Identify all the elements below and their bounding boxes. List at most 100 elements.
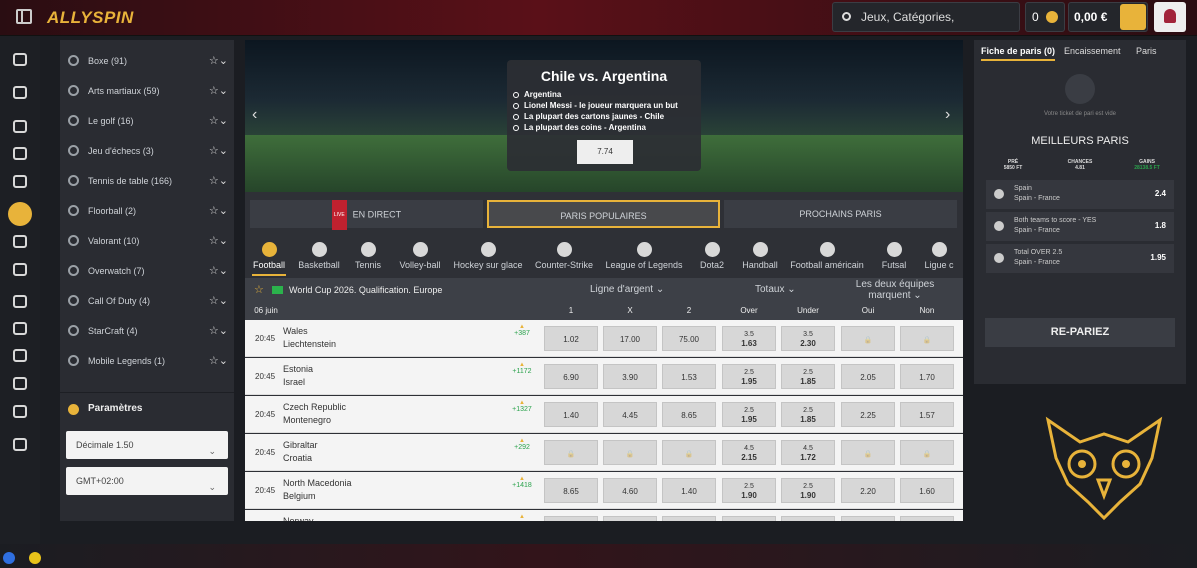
more-markets-count[interactable]: +387 (510, 324, 534, 337)
table-row[interactable]: Norway (245, 510, 963, 521)
sport-tab-handball[interactable]: Handball (742, 238, 778, 276)
table-row[interactable]: 20:45 Czech RepublicMontenegro +1327 1.404.… (245, 396, 963, 433)
odds-button[interactable]: 3.90 (603, 364, 657, 389)
brand-logo[interactable]: ALLYSPIN (47, 8, 134, 28)
clover-icon[interactable] (13, 175, 27, 188)
sidebar-sport-item[interactable]: Mobile Legends (1) ☆⌄ (60, 346, 234, 376)
odds-format-select[interactable]: Décimale 1.50 ⌄ (66, 431, 228, 459)
odds-button[interactable]: 2.5 1.90 (722, 478, 776, 503)
tv-icon[interactable] (13, 263, 27, 276)
match-teams[interactable]: Norway (283, 515, 314, 521)
odds-button[interactable]: 1.53 (662, 364, 716, 389)
sport-tab-tennis[interactable]: Tennis (355, 238, 381, 276)
odds-button[interactable]: 4.45 (603, 402, 657, 427)
cart-icon[interactable] (13, 405, 27, 418)
odds-button[interactable]: 2.25 (841, 402, 895, 427)
market-select-moneyline[interactable]: Ligne d'argent ⌄ (590, 278, 664, 302)
sidebar-sport-item[interactable]: Le golf (16) ☆⌄ (60, 106, 234, 136)
sport-tab-football[interactable]: Football (252, 238, 286, 276)
sport-tab-volleyball[interactable]: Volley-ball (399, 238, 441, 276)
odds-button[interactable]: 75.00 (662, 326, 716, 351)
sport-tab-dota2[interactable]: Dota2 (699, 238, 725, 276)
match-teams[interactable]: Estonia Israel (283, 363, 313, 389)
favorite-star-icon[interactable]: ☆⌄ (209, 346, 228, 376)
tab-live[interactable]: LIVE EN DIRECT (250, 200, 483, 230)
odds-button[interactable]: 8.65 (544, 478, 598, 503)
odds-button[interactable]: 1.40 (544, 402, 598, 427)
coins-balance[interactable]: 0 (1025, 2, 1065, 32)
medal-icon[interactable] (13, 322, 27, 335)
featured-odds-button[interactable]: 7.74 (577, 140, 633, 164)
sidebar-sport-item[interactable]: Arts martiaux (59) ☆⌄ (60, 76, 234, 106)
odds-button[interactable]: 1.57 (900, 402, 954, 427)
live-icon[interactable] (13, 235, 27, 248)
sport-tab-league-of-legends[interactable]: League of Legends (605, 238, 683, 276)
odds-button[interactable]: 3.5 2.30 (781, 326, 835, 351)
trophy-icon[interactable] (13, 349, 27, 362)
sport-tab-basketball[interactable]: Basketball (297, 238, 341, 276)
sidebar-sport-item[interactable]: Overwatch (7) ☆⌄ (60, 256, 234, 286)
odds-button[interactable]: 1.60 (900, 478, 954, 503)
sidebar-sport-item[interactable]: Valorant (10) ☆⌄ (60, 226, 234, 256)
odds-button[interactable]: 2.5 1.85 (781, 364, 835, 389)
sidebar-sport-item[interactable]: Tennis de table (166) ☆⌄ (60, 166, 234, 196)
sport-tab-american-football[interactable]: Football américain (790, 238, 864, 276)
diamond-icon[interactable] (13, 438, 27, 451)
repariez-button[interactable]: RE-PARIEZ (985, 318, 1175, 347)
market-select-btts[interactable]: Les deux équipes marquent ⌄ (845, 279, 945, 301)
sports-ball-icon[interactable] (8, 202, 32, 226)
deposit-icon[interactable] (1120, 4, 1146, 30)
odds-button[interactable]: 2.05 (841, 364, 895, 389)
favorite-star-icon[interactable]: ☆⌄ (209, 76, 228, 106)
best-bet-pick[interactable]: Spain Spain - France 2.4 (986, 180, 1174, 209)
sidebar-sport-item[interactable]: Floorball (2) ☆⌄ (60, 196, 234, 226)
table-row[interactable]: 20:45 WalesLiechtenstein +387 1.0217.0075.0… (245, 320, 963, 357)
odds-button[interactable]: 2.5 1.85 (781, 402, 835, 427)
sport-tab-futsal[interactable]: Futsal (881, 238, 907, 276)
more-markets-count[interactable]: +1418 (510, 476, 534, 489)
odds-button[interactable]: 1.02 (544, 326, 598, 351)
favorite-star-icon[interactable]: ☆⌄ (209, 286, 228, 316)
odds-button[interactable]: 3.5 1.63 (722, 326, 776, 351)
more-markets-count[interactable]: +1172 (510, 362, 534, 375)
banner-next-icon[interactable]: › (945, 106, 950, 124)
odds-button[interactable]: 2.5 1.95 (722, 402, 776, 427)
tab-bets[interactable]: Paris (1136, 46, 1157, 56)
user-avatar-button[interactable] (1154, 2, 1186, 32)
betslip-icon[interactable] (13, 120, 27, 133)
market-select-totals[interactable]: Totaux ⌄ (755, 278, 796, 302)
sport-tab-ice-hockey[interactable]: Hockey sur glace (453, 238, 523, 276)
odds-button[interactable]: 8.65 (662, 402, 716, 427)
rocket-icon[interactable] (13, 377, 27, 390)
sidebar-sport-item[interactable]: Jeu d'échecs (3) ☆⌄ (60, 136, 234, 166)
menu-toggle-icon[interactable] (16, 9, 32, 24)
banner-prev-icon[interactable]: ‹ (252, 106, 257, 124)
sport-tab-ligue[interactable]: Ligue c (923, 238, 955, 276)
language-icon[interactable] (3, 552, 15, 564)
help-icon[interactable] (29, 552, 41, 564)
favorite-star-icon[interactable]: ☆⌄ (209, 106, 228, 136)
odds-button[interactable]: 4.5 2.15 (722, 440, 776, 465)
odds-button[interactable]: 2.5 1.90 (781, 478, 835, 503)
favorite-star-icon[interactable]: ☆ (254, 278, 264, 302)
favorite-star-icon[interactable]: ☆⌄ (209, 46, 228, 76)
odds-button[interactable]: 2.5 1.95 (722, 364, 776, 389)
table-row[interactable]: 20:45 GibraltarCroatia +292 4.52.154.51.72 (245, 434, 963, 471)
table-row[interactable]: 20:45EstoniaIsrael+11726.903.901.532.51.… (245, 358, 963, 395)
tab-upcoming[interactable]: PROCHAINS PARIS (724, 200, 957, 228)
sidebar-sport-item[interactable]: StarCraft (4) ☆⌄ (60, 316, 234, 346)
odds-button[interactable]: 2.20 (841, 478, 895, 503)
table-row[interactable]: 20:45 North MacedoniaBelgium +1418 8.654.60… (245, 472, 963, 509)
odds-button[interactable]: 6.90 (544, 364, 598, 389)
tab-cashout[interactable]: Encaissement (1064, 46, 1121, 56)
favorite-star-icon[interactable]: ☆⌄ (209, 256, 228, 286)
odds-button[interactable]: 1.70 (900, 364, 954, 389)
sidebar-sport-item[interactable]: Call Of Duty (4) ☆⌄ (60, 286, 234, 316)
cards-icon[interactable] (13, 147, 27, 160)
odds-button[interactable]: 4.5 1.72 (781, 440, 835, 465)
favorite-star-icon[interactable]: ☆⌄ (209, 316, 228, 346)
more-markets-count[interactable]: +292 (510, 438, 534, 451)
wallet-balance[interactable]: 0,00 € (1068, 2, 1148, 32)
search-input[interactable]: Jeux, Catégories, Fournisseurs (832, 2, 1020, 52)
match-teams[interactable]: Czech Republic Montenegro (283, 401, 346, 427)
